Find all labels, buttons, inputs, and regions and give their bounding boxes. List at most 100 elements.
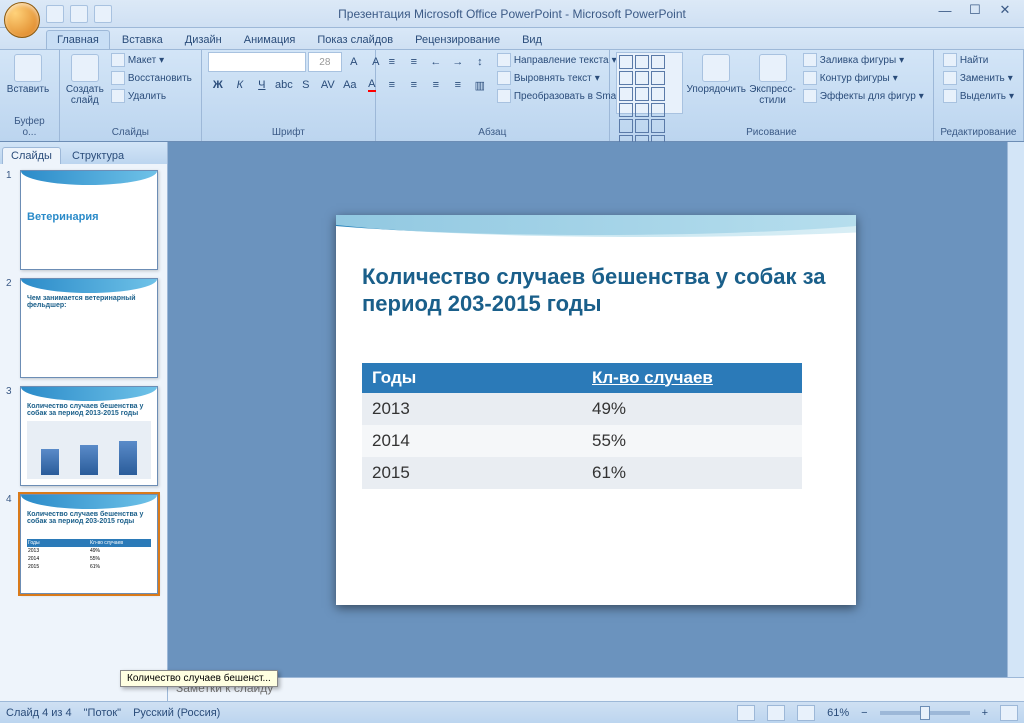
- thumbnail-list: 1 Ветеринария 2 Чем занимается ветеринар…: [0, 164, 167, 701]
- group-slides: Слайды: [66, 126, 195, 139]
- pane-tab-slides[interactable]: Слайды: [2, 147, 61, 164]
- redo-icon[interactable]: [94, 5, 112, 23]
- arrange-button[interactable]: Упорядочить: [687, 52, 745, 95]
- shape-outline-button[interactable]: Контур фигуры ▾: [800, 70, 927, 86]
- normal-view-button[interactable]: [737, 705, 755, 721]
- slide-table[interactable]: Годы Кл-во случаев 2013 49% 2014 55% 201…: [362, 363, 802, 489]
- underline-button[interactable]: Ч: [252, 75, 272, 95]
- slideshow-view-button[interactable]: [797, 705, 815, 721]
- shape-effects-button[interactable]: Эффекты для фигур ▾: [800, 88, 927, 104]
- tab-animation[interactable]: Анимация: [234, 31, 306, 49]
- quick-styles-icon: [759, 54, 787, 82]
- fill-icon: [803, 53, 817, 67]
- shape-fill-button[interactable]: Заливка фигуры ▾: [800, 52, 927, 68]
- delete-icon: [111, 89, 125, 103]
- vertical-scrollbar[interactable]: [1007, 142, 1024, 677]
- arrange-icon: [702, 54, 730, 82]
- delete-button[interactable]: Удалить: [108, 88, 195, 104]
- align-right-button[interactable]: ≡: [426, 75, 446, 95]
- select-button[interactable]: Выделить ▾: [940, 88, 1017, 104]
- align-center-button[interactable]: ≡: [404, 75, 424, 95]
- effects-icon: [803, 89, 817, 103]
- tab-home[interactable]: Главная: [46, 30, 110, 49]
- table-row: 2015 61%: [362, 457, 802, 489]
- zoom-in-button[interactable]: +: [982, 707, 988, 719]
- zoom-out-button[interactable]: −: [861, 707, 867, 719]
- thumbnail-3[interactable]: 3 Количество случаев бешенства у собак з…: [6, 386, 161, 486]
- select-icon: [943, 89, 957, 103]
- align-left-button[interactable]: ≡: [382, 75, 402, 95]
- new-slide-icon: [71, 54, 99, 82]
- strike-button[interactable]: abc: [274, 75, 294, 95]
- ribbon: Вставить Буфер о... Создать слайд Макет …: [0, 50, 1024, 142]
- quick-access-toolbar: [46, 5, 112, 23]
- replace-button[interactable]: Заменить ▾: [940, 70, 1017, 86]
- italic-button[interactable]: К: [230, 75, 250, 95]
- minimize-button[interactable]: —: [930, 0, 960, 20]
- numbering-button[interactable]: ≡: [404, 52, 424, 72]
- change-case-button[interactable]: Aa: [340, 75, 360, 95]
- group-editing: Редактирование: [940, 126, 1017, 139]
- fit-to-window-button[interactable]: [1000, 705, 1018, 721]
- office-button[interactable]: [4, 2, 40, 38]
- bold-button[interactable]: Ж: [208, 75, 228, 95]
- tab-review[interactable]: Рецензирование: [405, 31, 510, 49]
- find-button[interactable]: Найти: [940, 52, 1017, 68]
- table-row: 2013 49%: [362, 393, 802, 425]
- tab-slideshow[interactable]: Показ слайдов: [307, 31, 403, 49]
- table-header-cases: Кл-во случаев: [582, 363, 802, 393]
- titlebar: Презентация Microsoft Office PowerPoint …: [0, 0, 1024, 28]
- increase-indent-button[interactable]: →: [448, 52, 468, 72]
- save-icon[interactable]: [46, 5, 64, 23]
- shadow-button[interactable]: S: [296, 75, 316, 95]
- shapes-gallery[interactable]: [616, 52, 683, 114]
- grow-font-icon[interactable]: A: [344, 52, 364, 72]
- new-slide-button[interactable]: Создать слайд: [66, 52, 104, 106]
- thumbnail-4[interactable]: 4 Количество случаев бешенства у собак з…: [6, 494, 161, 594]
- notes-pane[interactable]: Заметки к слайду: [168, 677, 1024, 701]
- slide-decoration: [336, 215, 856, 257]
- maximize-button[interactable]: ☐: [960, 0, 990, 20]
- reset-button[interactable]: Восстановить: [108, 70, 195, 86]
- layout-icon: [111, 53, 125, 67]
- smartart-icon: [497, 89, 511, 103]
- window-title: Презентация Microsoft Office PowerPoint …: [338, 7, 686, 21]
- replace-icon: [943, 71, 957, 85]
- undo-icon[interactable]: [70, 5, 88, 23]
- columns-button[interactable]: ▥: [470, 75, 490, 95]
- statusbar: Слайд 4 из 4 "Поток" Русский (Россия) 61…: [0, 701, 1024, 723]
- group-paragraph: Абзац: [382, 126, 603, 139]
- table-header-years: Годы: [362, 363, 582, 393]
- char-spacing-button[interactable]: AV: [318, 75, 338, 95]
- status-theme: "Поток": [84, 707, 121, 719]
- bullets-button[interactable]: ≡: [382, 52, 402, 72]
- paste-button[interactable]: Вставить: [6, 52, 50, 95]
- tab-view[interactable]: Вид: [512, 31, 552, 49]
- zoom-level[interactable]: 61%: [827, 707, 849, 719]
- font-family-combo[interactable]: [208, 52, 306, 72]
- justify-button[interactable]: ≡: [448, 75, 468, 95]
- thumbnail-1[interactable]: 1 Ветеринария: [6, 170, 161, 270]
- slide[interactable]: Количество случаев бешенства у собак за …: [336, 215, 856, 605]
- close-button[interactable]: ✕: [990, 0, 1020, 20]
- group-clipboard: Буфер о...: [6, 115, 53, 139]
- tab-design[interactable]: Дизайн: [175, 31, 232, 49]
- decrease-indent-button[interactable]: ←: [426, 52, 446, 72]
- thumbnail-tooltip: Количество случаев бешенст...: [120, 670, 278, 687]
- status-language[interactable]: Русский (Россия): [133, 707, 220, 719]
- find-icon: [943, 53, 957, 67]
- thumbnail-2[interactable]: 2 Чем занимается ветеринарный фельдшер:: [6, 278, 161, 378]
- tab-insert[interactable]: Вставка: [112, 31, 173, 49]
- pane-tab-outline[interactable]: Структура: [63, 147, 133, 164]
- paste-icon: [14, 54, 42, 82]
- quick-styles-button[interactable]: Экспресс-стили: [749, 52, 796, 106]
- layout-button[interactable]: Макет ▾: [108, 52, 195, 68]
- zoom-slider[interactable]: [880, 711, 970, 715]
- group-font: Шрифт: [208, 126, 369, 139]
- slide-canvas: Количество случаев бешенства у собак за …: [168, 142, 1024, 701]
- slide-title[interactable]: Количество случаев бешенства у собак за …: [362, 263, 830, 318]
- slides-panel: Слайды Структура 1 Ветеринария 2 Чем зан…: [0, 142, 168, 701]
- sorter-view-button[interactable]: [767, 705, 785, 721]
- font-size-combo[interactable]: 28: [308, 52, 342, 72]
- line-spacing-button[interactable]: ↕: [470, 52, 490, 72]
